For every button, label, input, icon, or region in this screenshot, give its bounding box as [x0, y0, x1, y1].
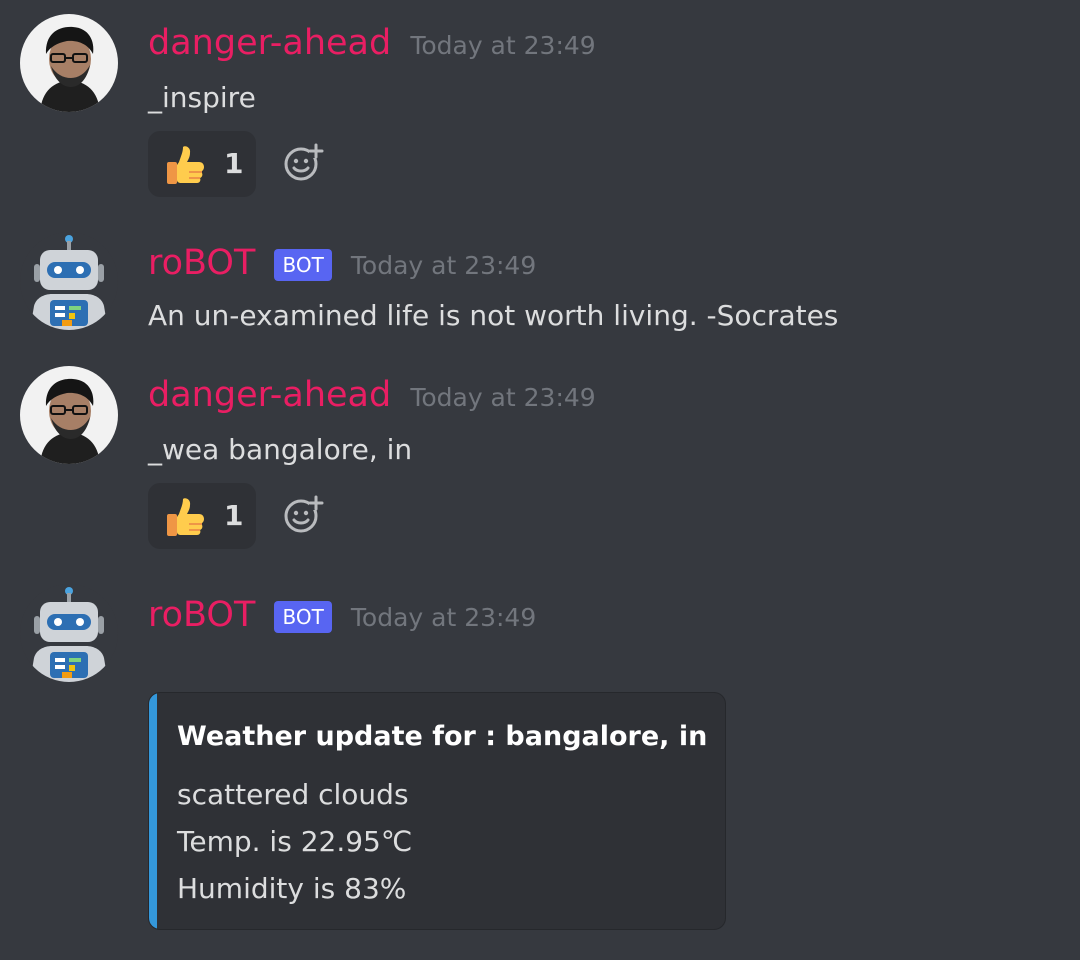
bot-tag: BOT [274, 601, 332, 633]
thumbs-up-icon [164, 144, 206, 190]
bot-tag: BOT [274, 249, 332, 281]
embed-temperature-line: Temp. is 22.95℃ [177, 825, 413, 858]
message-4: roBOT BOT Today at 23:49 Weather update … [0, 572, 1080, 960]
message-content: _inspire [148, 81, 256, 114]
message-header: danger-ahead Today at 23:49 [148, 18, 596, 68]
user-avatar[interactable] [20, 366, 118, 464]
message-header: danger-ahead Today at 23:49 [148, 370, 596, 420]
timestamp[interactable]: Today at 23:49 [410, 21, 595, 71]
message-header: roBOT BOT Today at 23:49 [148, 590, 536, 640]
username[interactable]: danger-ahead [148, 370, 391, 420]
username[interactable]: danger-ahead [148, 18, 391, 68]
bot-avatar[interactable] [20, 584, 118, 682]
username[interactable]: roBOT [148, 238, 255, 288]
add-reaction-icon[interactable] [282, 493, 324, 535]
embed-accent-bar [149, 693, 157, 929]
reaction-count: 1 [224, 147, 244, 180]
message-3: danger-ahead Today at 23:49 _wea bangalo… [0, 352, 1080, 572]
embed-humidity-line: Humidity is 83% [177, 872, 407, 905]
message-2: roBOT BOT Today at 23:49 An un-examined … [0, 220, 1080, 350]
reaction-button[interactable]: 1 [148, 483, 256, 549]
reaction-button[interactable]: 1 [148, 131, 256, 197]
timestamp[interactable]: Today at 23:49 [410, 373, 595, 423]
message-content: _wea bangalore, in [148, 433, 413, 466]
add-reaction-icon[interactable] [282, 141, 324, 183]
user-avatar[interactable] [20, 14, 118, 112]
message-header: roBOT BOT Today at 23:49 [148, 238, 536, 288]
reaction-count: 1 [224, 499, 244, 532]
timestamp[interactable]: Today at 23:49 [351, 241, 536, 291]
embed-title: Weather update for : bangalore, in [177, 721, 708, 752]
thumbs-up-icon [164, 496, 206, 542]
username[interactable]: roBOT [148, 590, 255, 640]
bot-avatar[interactable] [20, 232, 118, 330]
timestamp[interactable]: Today at 23:49 [351, 593, 536, 643]
message-1: danger-ahead Today at 23:49 _inspire 1 [0, 0, 1080, 220]
message-content: An un-examined life is not worth living.… [148, 299, 839, 332]
embed-description-line: scattered clouds [177, 778, 409, 811]
weather-embed: Weather update for : bangalore, in scatt… [148, 692, 726, 930]
